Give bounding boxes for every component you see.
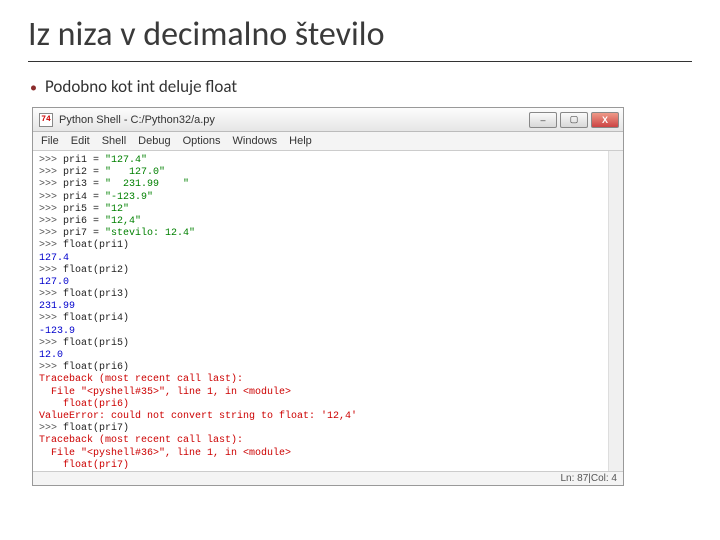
shell-line: >>> pri7 = "stevilo: 12.4" — [39, 228, 617, 240]
shell-line: Traceback (most recent call last): — [39, 374, 617, 386]
shell-line: >>> float(pri4) — [39, 313, 617, 325]
shell-line: >>> pri5 = "12" — [39, 204, 617, 216]
menu-windows[interactable]: Windows — [233, 135, 278, 147]
shell-line: ValueError: could not convert string to … — [39, 411, 617, 423]
shell-output[interactable]: >>> pri1 = "127.4">>> pri2 = " 127.0">>>… — [33, 151, 623, 471]
shell-line: >>> float(pri3) — [39, 289, 617, 301]
shell-line: >>> float(pri7) — [39, 423, 617, 435]
menu-shell[interactable]: Shell — [102, 135, 126, 147]
shell-line: >>> pri1 = "127.4" — [39, 155, 617, 167]
menubar: File Edit Shell Debug Options Windows He… — [33, 132, 623, 151]
bullet-icon: • — [30, 79, 37, 96]
app-icon: 74 — [39, 113, 53, 127]
shell-line: 231.99 — [39, 301, 617, 313]
shell-line: -123.9 — [39, 326, 617, 338]
menu-options[interactable]: Options — [183, 135, 221, 147]
minimize-button[interactable]: – — [529, 112, 557, 128]
statusbar: Ln: 87|Col: 4 — [33, 471, 623, 485]
slide: Iz niza v decimalno število • Podobno kot… — [0, 0, 720, 486]
bullet-item: • Podobno kot int deluje float — [28, 76, 692, 97]
shell-line: float(pri6) — [39, 399, 617, 411]
window-buttons: – ▢ X — [529, 112, 619, 128]
window-title: Python Shell - C:/Python32/a.py — [59, 114, 529, 126]
menu-help[interactable]: Help — [289, 135, 312, 147]
shell-line: >>> float(pri1) — [39, 240, 617, 252]
shell-line: 127.4 — [39, 253, 617, 265]
slide-title: Iz niza v decimalno število — [28, 14, 692, 62]
shell-line: >>> float(pri2) — [39, 265, 617, 277]
cursor-position: Ln: 87|Col: 4 — [560, 473, 617, 484]
close-button[interactable]: X — [591, 112, 619, 128]
shell-line: >>> pri4 = "-123.9" — [39, 192, 617, 204]
shell-line: >>> pri3 = " 231.99 " — [39, 179, 617, 191]
shell-line: >>> pri2 = " 127.0" — [39, 167, 617, 179]
python-shell-window: 74 Python Shell - C:/Python32/a.py – ▢ X… — [32, 107, 624, 486]
shell-line: 12.0 — [39, 350, 617, 362]
menu-debug[interactable]: Debug — [138, 135, 170, 147]
menu-file[interactable]: File — [41, 135, 59, 147]
titlebar[interactable]: 74 Python Shell - C:/Python32/a.py – ▢ X — [33, 108, 623, 132]
shell-line: >>> pri6 = "12,4" — [39, 216, 617, 228]
maximize-button[interactable]: ▢ — [560, 112, 588, 128]
shell-line: File "<pyshell#35>", line 1, in <module> — [39, 387, 617, 399]
shell-line: >>> float(pri5) — [39, 338, 617, 350]
shell-line: float(pri7) — [39, 460, 617, 471]
shell-line: 127.0 — [39, 277, 617, 289]
shell-line: >>> float(pri6) — [39, 362, 617, 374]
menu-edit[interactable]: Edit — [71, 135, 90, 147]
shell-line: Traceback (most recent call last): — [39, 435, 617, 447]
scrollbar[interactable] — [608, 151, 623, 471]
bullet-text: Podobno kot int deluje float — [45, 76, 237, 97]
shell-line: File "<pyshell#36>", line 1, in <module> — [39, 448, 617, 460]
